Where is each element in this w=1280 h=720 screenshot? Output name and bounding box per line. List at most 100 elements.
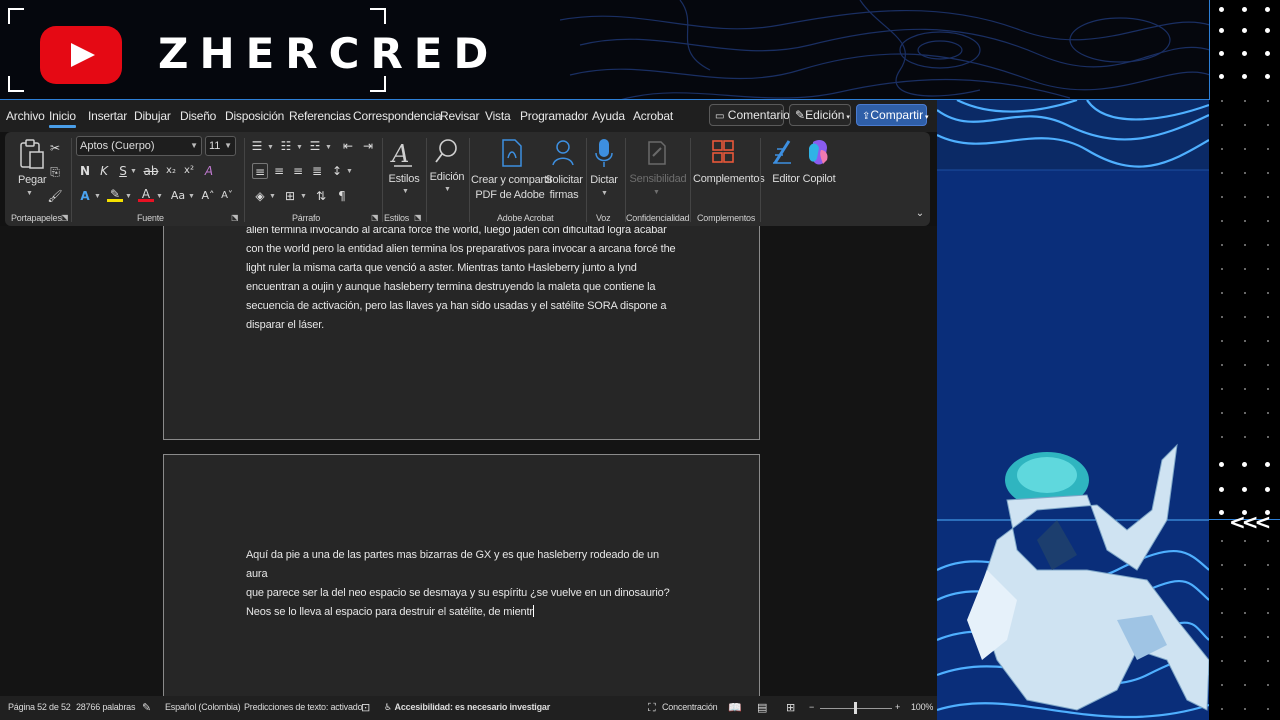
grow-font-icon[interactable]: A˄ bbox=[200, 188, 216, 204]
proofing-icon[interactable]: ✎ bbox=[142, 701, 151, 714]
chevron-down-icon[interactable]: ▼ bbox=[125, 193, 132, 200]
copilot-button[interactable]: Copilot bbox=[802, 173, 836, 185]
request-signatures-button[interactable]: Solicitar firmas bbox=[545, 173, 583, 203]
language[interactable]: Español (Colombia) bbox=[165, 702, 241, 712]
chevron-down-icon[interactable]: ▼ bbox=[94, 193, 101, 200]
editor-button[interactable]: Editor bbox=[769, 173, 803, 185]
tab-programador[interactable]: Programador bbox=[520, 109, 588, 123]
sensitivity-button[interactable]: Sensibilidad bbox=[629, 173, 687, 185]
shrink-font-icon[interactable]: A˅ bbox=[219, 188, 235, 204]
tab-diseno[interactable]: Diseño bbox=[180, 109, 216, 123]
add-ins-icon[interactable] bbox=[711, 138, 735, 166]
body-paragraph[interactable]: Aquí da pie a una de las partes mas biza… bbox=[246, 546, 676, 622]
text-predictions[interactable]: Predicciones de texto: activado bbox=[244, 702, 363, 712]
align-center-icon[interactable]: ≡ bbox=[271, 163, 287, 179]
zoom-out-button[interactable]: − bbox=[809, 702, 814, 712]
document-canvas[interactable]: alien termina invocando al arcana force … bbox=[0, 226, 937, 696]
tab-vista[interactable]: Vista bbox=[485, 109, 511, 123]
increase-indent-icon[interactable]: ⇥ bbox=[360, 138, 376, 154]
tab-ayuda[interactable]: Ayuda bbox=[592, 109, 625, 123]
dialog-launcher-icon[interactable]: ⬔ bbox=[414, 213, 422, 222]
read-mode-icon[interactable]: 📖 bbox=[728, 701, 742, 714]
editing-button[interactable]: Edición bbox=[429, 171, 465, 183]
collapse-ribbon-icon[interactable]: ⌄ bbox=[912, 206, 928, 222]
tab-referencias[interactable]: Referencias bbox=[289, 109, 351, 123]
dialog-launcher-icon[interactable]: ⬔ bbox=[61, 213, 69, 222]
chevron-down-icon[interactable]: ▼ bbox=[346, 168, 353, 175]
cut-icon[interactable]: ✂ bbox=[47, 140, 63, 156]
tab-archivo[interactable]: Archivo bbox=[6, 109, 45, 123]
print-layout-icon[interactable]: ▤ bbox=[757, 701, 767, 714]
chevron-down-icon[interactable]: ▼ bbox=[444, 186, 451, 193]
strikethrough-icon[interactable]: ab bbox=[143, 163, 159, 179]
paste-button[interactable]: Pegar bbox=[18, 174, 47, 186]
sort-icon[interactable]: ⇅ bbox=[313, 188, 329, 204]
chevron-down-icon[interactable]: ▼ bbox=[601, 190, 608, 197]
tab-dibujar[interactable]: Dibujar bbox=[134, 109, 171, 123]
chevron-down-icon[interactable]: ▼ bbox=[325, 144, 332, 151]
italic-icon[interactable]: K bbox=[96, 163, 112, 179]
chevron-down-icon[interactable]: ▼ bbox=[130, 168, 137, 175]
comments-button[interactable]: ▭ Comentarios bbox=[709, 104, 796, 126]
dialog-launcher-icon[interactable]: ⬔ bbox=[371, 213, 379, 222]
borders-icon[interactable]: ⊞ bbox=[282, 188, 298, 204]
shading-icon[interactable]: ◈ bbox=[252, 188, 268, 204]
chevron-down-icon[interactable]: ▼ bbox=[156, 193, 163, 200]
styles-button[interactable]: Estilos bbox=[387, 173, 421, 185]
document-page[interactable]: Aquí da pie a una de las partes mas biza… bbox=[163, 454, 760, 696]
bullets-icon[interactable]: ☰ bbox=[249, 138, 265, 154]
line-spacing-icon[interactable]: ↕ bbox=[329, 163, 345, 179]
focus-icon[interactable]: ⛶ bbox=[648, 701, 656, 715]
tab-insertar[interactable]: Insertar bbox=[88, 109, 127, 123]
align-right-icon[interactable]: ≡ bbox=[290, 163, 306, 179]
adobe-pdf-icon[interactable] bbox=[499, 138, 525, 168]
align-left-icon[interactable]: ≡ bbox=[252, 163, 268, 179]
tab-revisar[interactable]: Revisar bbox=[440, 109, 479, 123]
accessibility-status[interactable]: ♿ Accesibilidad: es necesario investigar bbox=[384, 702, 550, 713]
change-case-icon[interactable]: Aa bbox=[168, 188, 188, 204]
chevron-down-icon[interactable]: ▼ bbox=[296, 144, 303, 151]
font-name-combo[interactable]: Aptos (Cuerpo) ▼ bbox=[76, 136, 202, 156]
zoom-level[interactable]: 100% bbox=[911, 702, 933, 712]
tab-disposicion[interactable]: Disposición bbox=[225, 109, 284, 123]
bold-icon[interactable]: N bbox=[77, 163, 93, 179]
chevron-down-icon[interactable]: ▼ bbox=[402, 188, 409, 195]
chevron-down-icon[interactable]: ▼ bbox=[269, 193, 276, 200]
accessibility-icon[interactable]: ⊡ bbox=[361, 701, 370, 714]
clear-formatting-icon[interactable]: A bbox=[201, 163, 217, 179]
share-button[interactable]: ⇪Compartir ▾ bbox=[856, 104, 929, 126]
tab-inicio[interactable]: Inicio bbox=[49, 109, 76, 128]
editing-mode-button[interactable]: ✎Edición ▾ bbox=[789, 104, 851, 126]
show-paragraph-marks-icon[interactable]: ¶ bbox=[334, 188, 350, 204]
text-effects-icon[interactable]: A bbox=[77, 188, 93, 204]
chevron-down-icon[interactable]: ▼ bbox=[267, 144, 274, 151]
multilevel-list-icon[interactable]: ☲ bbox=[307, 138, 323, 154]
editor-icon[interactable] bbox=[771, 137, 795, 167]
chevron-down-icon[interactable]: ▼ bbox=[26, 190, 33, 197]
document-page[interactable]: alien termina invocando al arcana force … bbox=[163, 226, 760, 440]
chevron-down-icon[interactable]: ▼ bbox=[653, 189, 660, 196]
dictate-button[interactable]: Dictar bbox=[590, 174, 618, 186]
body-paragraph[interactable]: alien termina invocando al arcana force … bbox=[246, 226, 676, 335]
create-share-pdf-button[interactable]: Crear y compartir PDF de Adobe bbox=[471, 173, 553, 203]
copy-icon[interactable]: ⎘ bbox=[47, 164, 63, 180]
justify-icon[interactable]: ≣ bbox=[309, 163, 325, 179]
zoom-in-button[interactable]: + bbox=[895, 702, 900, 712]
add-ins-button[interactable]: Complementos bbox=[693, 173, 765, 185]
request-signatures-icon[interactable] bbox=[551, 138, 577, 168]
decrease-indent-icon[interactable]: ⇤ bbox=[340, 138, 356, 154]
chevron-down-icon[interactable]: ▼ bbox=[188, 193, 195, 200]
subscript-icon[interactable]: x₂ bbox=[163, 163, 179, 179]
chevron-down-icon[interactable]: ▼ bbox=[300, 193, 307, 200]
styles-icon[interactable]: A bbox=[390, 138, 416, 170]
paste-icon[interactable] bbox=[18, 138, 46, 170]
word-count[interactable]: 28766 palabras bbox=[76, 702, 135, 712]
underline-icon[interactable]: S bbox=[115, 163, 131, 179]
dialog-launcher-icon[interactable]: ⬔ bbox=[231, 213, 239, 222]
superscript-icon[interactable]: x² bbox=[181, 163, 197, 179]
highlight-icon[interactable]: ✎ bbox=[107, 186, 123, 202]
page-count[interactable]: Página 52 de 52 bbox=[8, 702, 71, 712]
web-layout-icon[interactable]: ⊞ bbox=[786, 701, 795, 714]
microphone-icon[interactable] bbox=[594, 137, 614, 169]
copilot-icon[interactable] bbox=[807, 138, 831, 166]
